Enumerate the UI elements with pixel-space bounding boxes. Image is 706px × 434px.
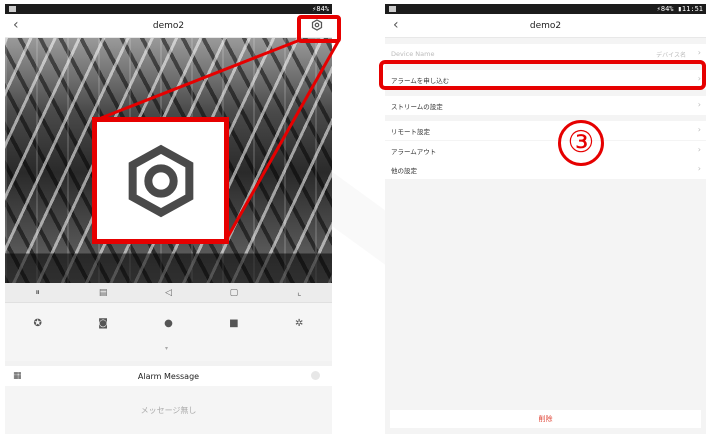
fullscreen-icon[interactable]: ⌞ — [292, 288, 306, 298]
chevron-right-icon: › — [697, 100, 701, 109]
playback-toolbar: ⏸ ▤ ◁ ▢ ⌞ — [5, 283, 332, 303]
chevron-right-icon: › — [697, 145, 701, 154]
notification-icon — [9, 6, 16, 12]
gear-icon — [128, 144, 193, 217]
volume-icon[interactable]: ◁ — [161, 288, 175, 298]
settings-list: Device Name デバイス名 › アラームを申し込む › ストリームの設定… — [385, 38, 706, 434]
other-settings-row[interactable]: 他の設定 › — [385, 160, 706, 179]
action-buttons: ✪ ◙ ● ■ ✲ ▾ — [5, 303, 332, 361]
status-text: ⚡84% — [312, 5, 329, 13]
ptz-icon[interactable]: ✪ — [30, 315, 46, 331]
toggle-icon[interactable] — [311, 371, 320, 380]
chevron-right-icon: › — [697, 125, 701, 134]
page-title: demo2 — [152, 20, 185, 31]
calendar-icon[interactable]: ▦ — [13, 371, 22, 381]
record-icon[interactable]: ■ — [226, 315, 242, 331]
back-icon[interactable]: ‹ — [13, 17, 19, 33]
alarm-row-highlight — [379, 60, 706, 90]
chevron-down-icon[interactable]: ▾ — [165, 345, 168, 352]
back-icon[interactable]: ‹ — [393, 17, 399, 33]
row-label: アラームアウト — [391, 147, 437, 156]
hd-icon[interactable]: ▤ — [96, 288, 110, 298]
stream-settings-row[interactable]: ストリームの設定 › — [385, 96, 706, 115]
gear-highlight — [297, 15, 341, 43]
chevron-right-icon: › — [697, 164, 701, 173]
pause-icon[interactable]: ⏸ — [31, 288, 45, 298]
snapshot-icon[interactable]: ▢ — [227, 288, 241, 298]
row-label: ストリームの設定 — [391, 102, 443, 111]
row-label: 他の設定 — [391, 166, 417, 175]
notification-icon — [389, 6, 396, 12]
page-title: demo2 — [529, 20, 562, 31]
settings-icon[interactable]: ✲ — [291, 315, 307, 331]
alarm-title: Alarm Message — [137, 371, 200, 381]
status-text: ⚡84% ▮11:51 — [656, 5, 703, 13]
chevron-right-icon: › — [697, 48, 701, 57]
empty-message: メッセージ無し — [5, 386, 332, 434]
camera-icon[interactable]: ◙ — [95, 315, 111, 331]
row-value: デバイス名 — [656, 52, 686, 59]
status-bar: ⚡84% ▮11:51 — [385, 4, 706, 14]
remote-settings-row[interactable]: リモート設定 › — [385, 121, 706, 140]
status-bar: ⚡84% — [5, 4, 332, 14]
alarm-out-row[interactable]: アラームアウト › — [385, 141, 706, 160]
step-marker-label: ③ — [567, 125, 595, 160]
row-label: Device Name — [391, 49, 435, 58]
step-marker: ③ — [558, 120, 604, 166]
delete-button[interactable]: 削除 — [390, 410, 701, 428]
alarm-message-header[interactable]: ▦ Alarm Message — [5, 366, 332, 386]
row-label: リモート設定 — [391, 127, 430, 136]
nav-bar: ‹ demo2 — [5, 14, 332, 38]
nav-bar: ‹ demo2 — [385, 14, 706, 38]
mic-icon[interactable]: ● — [160, 315, 176, 331]
zoomed-gear-callout — [92, 117, 229, 244]
